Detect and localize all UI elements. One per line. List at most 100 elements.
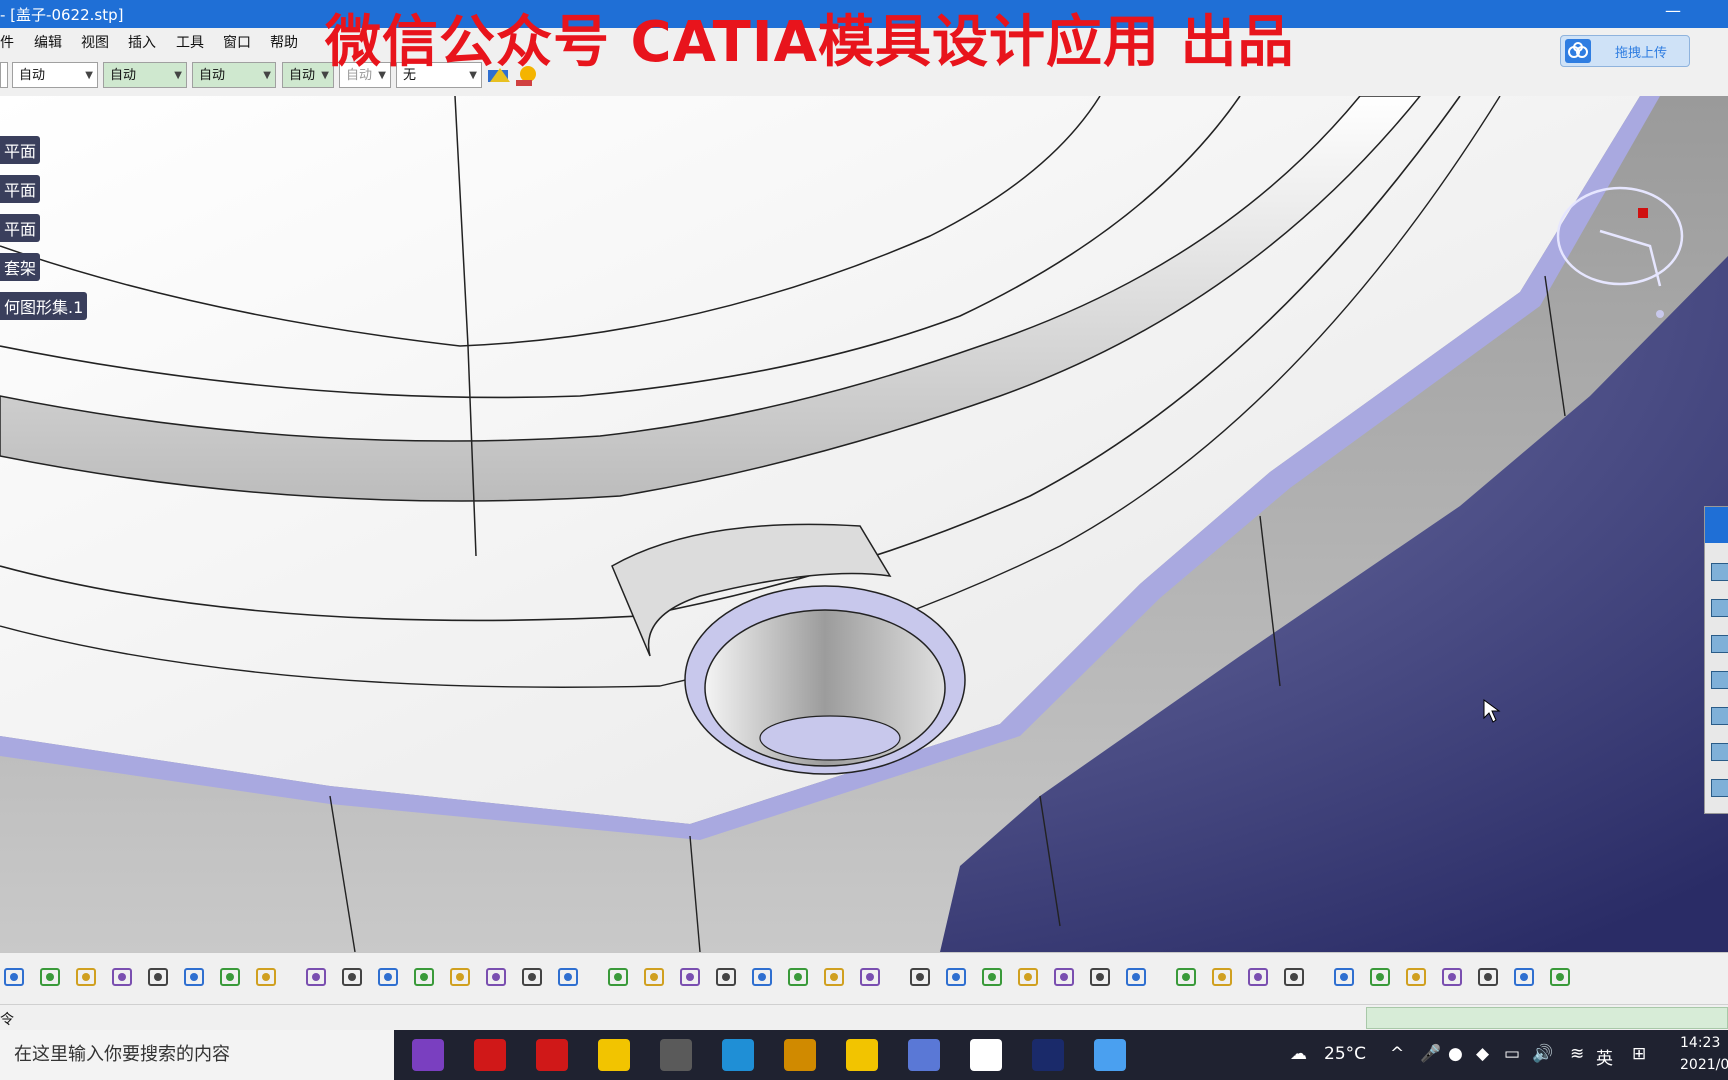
menu-file[interactable]: 件 <box>0 32 14 52</box>
ime-indicator[interactable]: 英 <box>1596 1044 1613 1069</box>
graph-icon[interactable] <box>448 965 472 989</box>
weather-icon[interactable]: ☁ <box>1290 1044 1307 1064</box>
measure-icon[interactable] <box>1052 965 1076 989</box>
combo-transparency[interactable]: 自动 ▼ <box>103 62 187 88</box>
render-icon[interactable] <box>944 965 968 989</box>
upload-button[interactable]: 拖拽上传 <box>1560 35 1690 67</box>
table-icon[interactable] <box>412 965 436 989</box>
edge-icon[interactable] <box>722 1039 754 1071</box>
combo-color[interactable]: 自动 ▼ <box>12 62 98 88</box>
right-toolbar-header[interactable] <box>1705 507 1728 543</box>
mirror-icon[interactable] <box>1440 965 1464 989</box>
pocket-icon[interactable] <box>1711 599 1728 617</box>
layer-icon[interactable] <box>1476 965 1500 989</box>
mic-icon[interactable]: 🎤 <box>1420 1044 1441 1064</box>
combo-partial[interactable] <box>0 62 8 88</box>
redo-icon[interactable] <box>218 965 242 989</box>
music-icon[interactable] <box>536 1039 568 1071</box>
menu-edit[interactable]: 编辑 <box>34 32 62 52</box>
combo-transparency-value: 自动 <box>110 68 137 83</box>
zoom-in-icon[interactable] <box>714 965 738 989</box>
fit-all-icon[interactable] <box>606 965 630 989</box>
lock-icon[interactable] <box>484 965 508 989</box>
tree-item-plane-3[interactable]: 平面 <box>0 214 41 242</box>
pad-icon[interactable] <box>1711 563 1728 581</box>
paint-icon[interactable] <box>660 1039 692 1071</box>
wechat-icon[interactable]: ● <box>1448 1044 1463 1064</box>
tree-icon[interactable] <box>520 965 544 989</box>
layer2-icon[interactable] <box>1512 965 1536 989</box>
divider-icon[interactable] <box>376 965 400 989</box>
slot-icon[interactable] <box>1711 779 1728 797</box>
app-icon[interactable] <box>1094 1039 1126 1071</box>
menu-insert[interactable]: 插入 <box>128 32 156 52</box>
volume-icon[interactable]: 🔊 <box>1532 1044 1553 1064</box>
car-icon[interactable] <box>970 1039 1002 1071</box>
whats-this-icon[interactable] <box>254 965 278 989</box>
inertia-icon[interactable] <box>1088 965 1112 989</box>
tree-item-plane-1[interactable]: 平面 <box>0 136 41 164</box>
swap-icon[interactable] <box>1016 965 1040 989</box>
clock[interactable]: 14:23 2021/0 <box>1680 1032 1728 1076</box>
save-icon[interactable] <box>2 965 26 989</box>
axis-system-icon[interactable] <box>1332 965 1356 989</box>
normal-view-icon[interactable] <box>786 965 810 989</box>
paste-icon[interactable] <box>146 965 170 989</box>
minimize-button[interactable]: — <box>1658 0 1688 26</box>
menu-tools[interactable]: 工具 <box>176 32 204 52</box>
undo-icon[interactable] <box>182 965 206 989</box>
hide-show-icon[interactable] <box>980 965 1004 989</box>
layer3-icon[interactable] <box>1548 965 1572 989</box>
battery-icon[interactable]: ▭ <box>1504 1044 1520 1064</box>
keyboard-icon[interactable]: ⊞ <box>1632 1044 1646 1064</box>
cloud-icon <box>1565 39 1591 63</box>
photos-icon[interactable] <box>908 1039 940 1071</box>
shading-icon[interactable] <box>908 965 932 989</box>
folder-icon[interactable] <box>846 1039 878 1071</box>
tree-item-geometry-set[interactable]: 何图形集.1 <box>0 292 88 320</box>
grab-icon[interactable] <box>1282 965 1306 989</box>
copy-icon[interactable] <box>110 965 134 989</box>
combo-line-weight-value: 自动 <box>199 68 226 83</box>
rib-icon[interactable] <box>1711 743 1728 761</box>
combo-line-type-value: 自动 <box>289 68 316 83</box>
taskbar-search-input[interactable]: 在这里输入你要搜索的内容 <box>0 1030 394 1080</box>
menu-help[interactable]: 帮助 <box>270 32 298 52</box>
print-icon[interactable] <box>38 965 62 989</box>
clock-date: 2021/0 <box>1680 1057 1728 1073</box>
jetbrains-icon[interactable] <box>784 1039 816 1071</box>
compass-icon[interactable] <box>1246 965 1270 989</box>
zoom-out-icon[interactable] <box>750 965 774 989</box>
iso-view-icon[interactable] <box>858 965 882 989</box>
formula-icon[interactable] <box>304 965 328 989</box>
catia-icon[interactable] <box>1032 1039 1064 1071</box>
weight-icon[interactable] <box>1124 965 1148 989</box>
3d-viewport[interactable]: 平面 平面 平面 套架 何图形集.1 <box>0 96 1728 952</box>
shield-icon[interactable]: ◆ <box>1476 1044 1489 1064</box>
groove-icon[interactable] <box>1711 671 1728 689</box>
fly-icon[interactable] <box>556 965 580 989</box>
command-input[interactable] <box>1366 1007 1728 1029</box>
tree-item-plane-2[interactable]: 平面 <box>0 175 41 203</box>
menu-view[interactable]: 视图 <box>81 32 109 52</box>
axis-icon[interactable] <box>1210 965 1234 989</box>
menu-window[interactable]: 窗口 <box>223 32 251 52</box>
chevron-up-icon[interactable]: ^ <box>1390 1044 1404 1064</box>
multi-view-icon[interactable] <box>822 965 846 989</box>
pan-icon[interactable] <box>642 965 666 989</box>
hole-icon[interactable] <box>1711 707 1728 725</box>
combo-line-weight[interactable]: 自动 ▼ <box>192 62 276 88</box>
wifi-icon[interactable]: ≋ <box>1570 1044 1584 1064</box>
cut-icon[interactable] <box>74 965 98 989</box>
comment-icon[interactable] <box>340 965 364 989</box>
dimension-icon[interactable] <box>1368 965 1392 989</box>
sticky-notes-icon[interactable] <box>598 1039 630 1071</box>
shaft-icon[interactable] <box>1711 635 1728 653</box>
section-icon[interactable] <box>1404 965 1428 989</box>
youdao-icon[interactable] <box>474 1039 506 1071</box>
camera-icon[interactable] <box>1174 965 1198 989</box>
rotate-icon[interactable] <box>678 965 702 989</box>
onenote-icon[interactable] <box>412 1039 444 1071</box>
taskbar: 在这里输入你要搜索的内容 ☁ 25°C ^ 🎤 ● ◆ ▭ 🔊 ≋ 英 ⊞ 14… <box>0 1030 1728 1080</box>
tree-item-frame[interactable]: 套架 <box>0 253 41 281</box>
